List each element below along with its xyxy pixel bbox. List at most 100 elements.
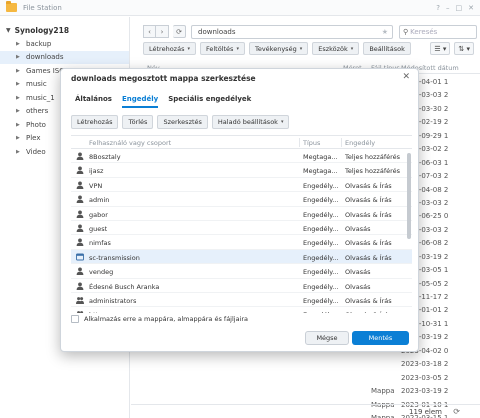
- caret-right-icon[interactable]: ▶: [16, 135, 22, 141]
- refresh-button[interactable]: ⟳: [173, 25, 186, 38]
- help-icon[interactable]: ?: [436, 4, 440, 12]
- dropdown-arrow-icon: ▾: [236, 45, 239, 52]
- user-icon: [76, 195, 84, 204]
- tools-button[interactable]: Eszközök ▾: [312, 42, 360, 55]
- permission-row[interactable]: guest Engedély... Olvasás: [71, 221, 412, 236]
- sort-icon[interactable]: ⇅ ▾: [454, 42, 474, 55]
- permission-type: Engedély...: [303, 181, 339, 190]
- permission-user-name: ijasz: [89, 167, 104, 176]
- close-icon[interactable]: ✕: [468, 4, 474, 12]
- user-icon: [76, 238, 84, 247]
- tab-general[interactable]: Általános: [75, 95, 112, 108]
- sidebar-item-label: Video: [26, 147, 46, 156]
- action-button[interactable]: Tevékenység ▾: [248, 42, 309, 55]
- caret-right-icon[interactable]: ▶: [16, 68, 22, 74]
- column-permission[interactable]: Engedély: [345, 139, 375, 147]
- caret-right-icon[interactable]: ▶: [16, 122, 22, 128]
- permission-user-name: gabor: [89, 210, 108, 219]
- sidebar-root[interactable]: ▼ Synology218: [0, 23, 129, 37]
- create-permission-button[interactable]: Létrehozás: [71, 115, 119, 129]
- create-button[interactable]: Létrehozás ▾: [143, 42, 196, 55]
- permission-row[interactable]: ijasz Megtaga... Teljes hozzáférés: [71, 163, 412, 178]
- apply-to-subfolders-row[interactable]: Alkalmazás erre a mappára, almappára és …: [71, 315, 248, 323]
- search-input[interactable]: ⚲ Keresés: [399, 25, 477, 39]
- group-icon: [76, 296, 84, 304]
- permission-user-name: 8Bosztaly: [89, 153, 121, 161]
- permission-type: Engedély...: [303, 196, 339, 205]
- tab-permissions[interactable]: Engedély: [121, 95, 159, 108]
- forward-button[interactable]: ›: [156, 25, 169, 38]
- caret-right-icon[interactable]: ▶: [16, 149, 22, 155]
- settings-button[interactable]: Beállítások: [363, 42, 411, 55]
- permission-value: Olvasás & Írás: [345, 196, 392, 205]
- delete-button[interactable]: Törlés: [122, 115, 154, 129]
- user-icon: [76, 224, 84, 232]
- apply-checkbox[interactable]: [71, 315, 79, 323]
- path-text: downloads: [198, 28, 236, 36]
- permission-row[interactable]: nimfas Engedély... Olvasás & Írás: [71, 235, 412, 250]
- tab-advanced-permissions[interactable]: Speciális engedélyek: [168, 95, 251, 108]
- group-icon: [76, 310, 84, 313]
- toolbar: Létrehozás ▾ Feltöltés ▾ Tevékenység ▾ Eszk…: [143, 42, 411, 55]
- permission-row[interactable]: Édesné Busch Aranka Engedély... Olvasás: [71, 279, 412, 293]
- permission-type: Engedély...: [303, 210, 339, 219]
- refresh-icon[interactable]: ⟳: [453, 407, 460, 416]
- file-row[interactable]: 2023-03-18 2: [143, 357, 480, 370]
- view-controls: ☰ ▾ ⇅ ▾: [430, 42, 474, 55]
- permission-row[interactable]: http Engedély... Olvasás & Írás: [71, 307, 412, 313]
- caret-right-icon[interactable]: ▶: [16, 95, 22, 101]
- permission-value: Olvasás & Írás: [345, 239, 392, 248]
- sidebar-item-downloads[interactable]: ▶ downloads: [0, 50, 129, 64]
- file-row[interactable]: Mappa 2023-03-19 2: [143, 384, 480, 397]
- window-title: File Station: [23, 3, 62, 12]
- item-count: 119 elem: [409, 408, 442, 416]
- caret-right-icon[interactable]: ▶: [16, 41, 22, 47]
- permission-row[interactable]: admin Engedély... Olvasás & Írás: [71, 192, 412, 207]
- maximize-icon[interactable]: □: [456, 4, 463, 12]
- permission-row[interactable]: gabor Engedély... Olvasás & Írás: [71, 207, 412, 221]
- permission-row[interactable]: sc-transmission Engedély... Olvasás & Írás: [71, 249, 412, 265]
- permission-type: Engedély...: [303, 282, 339, 291]
- star-icon[interactable]: ★: [382, 28, 388, 36]
- permission-type: Engedély...: [303, 239, 339, 248]
- dialog-title: downloads megosztott mappa szerkesztése: [71, 74, 256, 83]
- caret-down-icon[interactable]: ▼: [6, 27, 11, 34]
- sidebar-item-label: Plex: [26, 134, 41, 143]
- sidebar-item-label: backup: [26, 39, 52, 48]
- file-row[interactable]: 2023-03-05 2: [143, 371, 480, 384]
- caret-right-icon[interactable]: ▶: [16, 81, 22, 87]
- sidebar-item-label: downloads: [26, 53, 64, 62]
- caret-right-icon[interactable]: ▶: [16, 54, 22, 60]
- navigation-bar: ‹ › ⟳ downloads ★ ⚲ Keresés: [143, 25, 477, 39]
- permission-user-name: http: [89, 311, 102, 313]
- permission-type: Engedély...: [303, 268, 339, 277]
- dialog-tabs: Általános Engedély Speciális engedélyek: [75, 95, 251, 108]
- sidebar-item-label: music: [26, 80, 47, 89]
- user-icon: [76, 210, 84, 218]
- save-button[interactable]: Mentés: [352, 331, 409, 345]
- edit-button[interactable]: Szerkesztés: [157, 115, 208, 129]
- path-field[interactable]: downloads ★: [191, 25, 393, 39]
- list-view-icon[interactable]: ☰ ▾: [430, 42, 451, 55]
- permission-row[interactable]: administrators Engedély... Olvasás & Írás: [71, 293, 412, 308]
- close-icon[interactable]: ✕: [402, 72, 410, 82]
- permission-row[interactable]: vendeg Engedély... Olvasás: [71, 264, 412, 279]
- permission-user-name: vendeg: [89, 268, 114, 277]
- permission-value: Teljes hozzáférés: [345, 153, 401, 161]
- permission-row[interactable]: VPN Engedély... Olvasás & Írás: [71, 178, 412, 193]
- cancel-button[interactable]: Mégse: [305, 331, 349, 345]
- upload-button[interactable]: Feltöltés ▾: [199, 42, 245, 55]
- back-button[interactable]: ‹: [143, 25, 156, 38]
- file-modified-date: 2023-03-05 2: [401, 373, 449, 382]
- sidebar-item-backup[interactable]: ▶ backup: [0, 37, 129, 51]
- permission-user-name: nimfas: [89, 239, 111, 248]
- advanced-settings-button[interactable]: Haladó beállítások ▾: [211, 115, 290, 129]
- column-type[interactable]: Típus: [303, 139, 320, 147]
- caret-right-icon[interactable]: ▶: [16, 108, 22, 114]
- search-icon: ⚲: [403, 28, 409, 36]
- permission-user-name: administrators: [89, 296, 137, 305]
- scrollbar[interactable]: [407, 153, 411, 239]
- minimize-icon[interactable]: –: [446, 4, 450, 12]
- permission-row[interactable]: 8Bosztaly Megtaga... Teljes hozzáférés: [71, 149, 412, 164]
- column-user-or-group[interactable]: Felhasználó vagy csoport: [89, 139, 171, 147]
